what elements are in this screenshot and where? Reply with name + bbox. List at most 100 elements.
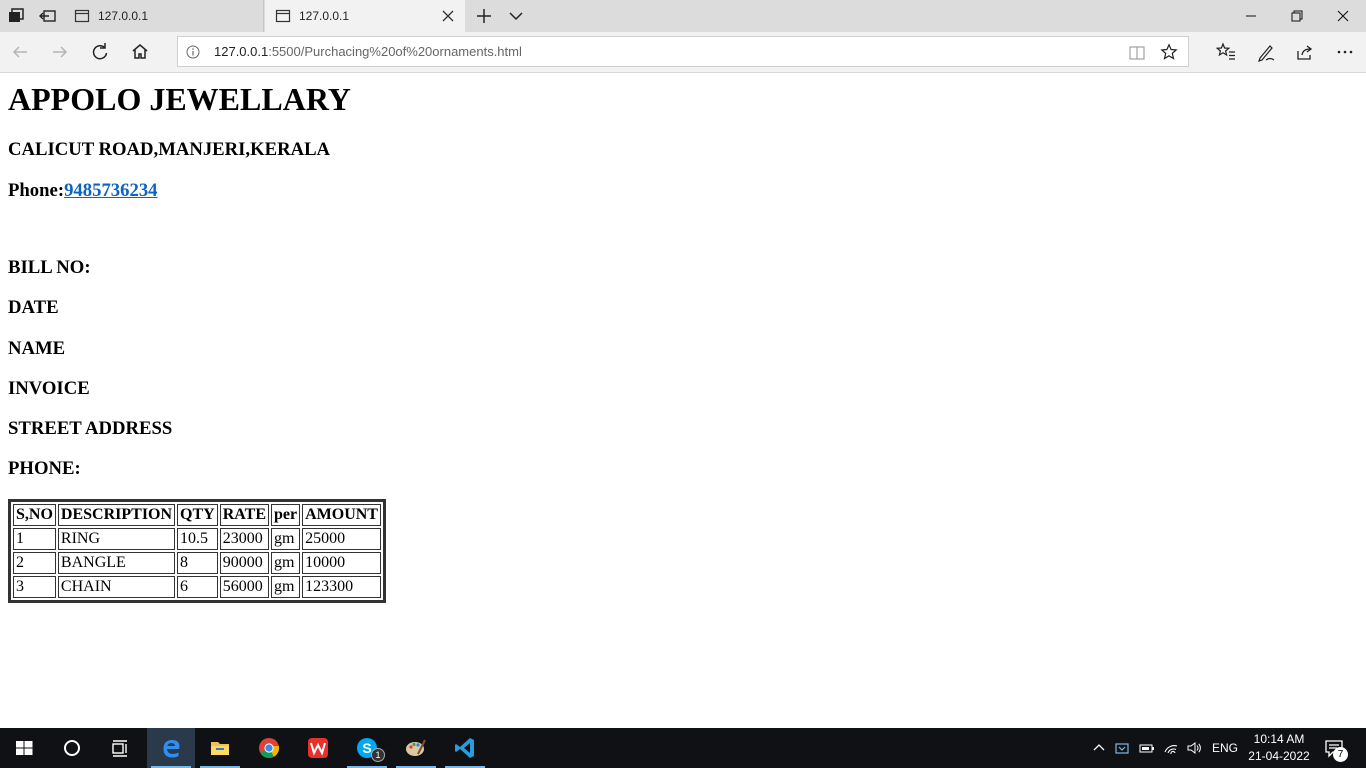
restore-button[interactable] <box>1274 0 1320 32</box>
notification-count-badge: 7 <box>1333 747 1348 762</box>
table-cell: 56000 <box>219 576 269 598</box>
phone-label: Phone: <box>8 180 65 201</box>
tab-title: 127.0.0.1 <box>299 9 350 23</box>
clock-date: 21-04-2022 <box>1248 749 1310 763</box>
language-indicator[interactable]: ENG <box>1212 741 1238 755</box>
taskbar-skype[interactable]: S 1 <box>343 728 391 768</box>
table-row: 2 BANGLE 8 90000 gm 10000 <box>13 552 381 574</box>
info-icon[interactable] <box>186 45 200 59</box>
volume-icon[interactable] <box>1186 740 1202 756</box>
table-cell: 2 <box>13 552 56 574</box>
close-window-button[interactable] <box>1320 0 1366 32</box>
search-button[interactable] <box>48 728 96 768</box>
close-tab-icon[interactable] <box>441 9 455 23</box>
table-header-row: S,NO DESCRIPTION QTY RATE per AMOUNT <box>13 504 381 526</box>
favorite-star-icon[interactable] <box>1160 43 1178 61</box>
page-icon <box>275 9 291 23</box>
web-note-pen-icon[interactable] <box>1254 40 1278 64</box>
shop-name-heading: APPOLO JEWELLARY <box>8 81 351 117</box>
home-icon[interactable] <box>128 40 152 64</box>
web-page: APPOLO JEWELLARY CALICUT ROAD,MANJERI,KE… <box>0 73 1366 728</box>
task-view-button[interactable] <box>96 728 144 768</box>
reading-view-icon[interactable] <box>1128 44 1146 62</box>
minimize-icon <box>1246 15 1256 17</box>
set-aside-tabs-icon[interactable] <box>36 4 60 28</box>
name-label: NAME <box>8 338 66 359</box>
chevron-up-icon[interactable] <box>1091 740 1107 756</box>
folder-icon <box>211 742 229 755</box>
tab-title: 127.0.0.1 <box>98 9 149 23</box>
favorites-hub-icon[interactable] <box>1214 40 1238 64</box>
column-header: per <box>270 504 301 526</box>
table-row: 3 CHAIN 6 56000 gm 123300 <box>13 576 381 598</box>
taskbar-chrome[interactable] <box>245 728 293 768</box>
taskbar-edge[interactable] <box>147 728 195 768</box>
tab-active[interactable]: 127.0.0.1 <box>265 0 465 32</box>
back-icon[interactable] <box>8 40 32 64</box>
taskbar-wps-office[interactable] <box>294 728 342 768</box>
chevron-down-icon[interactable] <box>506 6 526 26</box>
browser-tab-bar: 127.0.0.1 127.0.0.1 <box>0 0 1366 32</box>
refresh-icon[interactable] <box>88 40 112 64</box>
wifi-icon[interactable] <box>1163 740 1179 756</box>
cortana-circle-icon <box>64 740 80 756</box>
table-cell: 8 <box>177 552 218 574</box>
url-path: :5500/Purchacing%20of%20ornaments.html <box>268 44 522 59</box>
restore-icon <box>1291 10 1303 22</box>
bill-table: S,NO DESCRIPTION QTY RATE per AMOUNT 1 R… <box>8 499 386 603</box>
phone-link[interactable]: 9485736234 <box>64 180 157 201</box>
column-header: AMOUNT <box>302 504 381 526</box>
table-cell: 123300 <box>302 576 381 598</box>
task-view-icon <box>112 740 127 757</box>
tab-inactive[interactable]: 127.0.0.1 <box>64 0 264 32</box>
new-tab-icon[interactable] <box>474 6 494 26</box>
start-button[interactable] <box>0 728 48 768</box>
skype-badge: 1 <box>371 748 385 762</box>
column-header: QTY <box>177 504 218 526</box>
table-cell: 10.5 <box>177 528 218 550</box>
table-cell: 3 <box>13 576 56 598</box>
table-cell: BANGLE <box>57 552 176 574</box>
address-bar[interactable]: 127.0.0.1:5500/Purchacing%20of%20ornamen… <box>177 36 1189 67</box>
table-cell: gm <box>270 552 301 574</box>
taskbar-paint[interactable] <box>392 728 440 768</box>
taskbar-file-explorer[interactable] <box>196 728 244 768</box>
close-icon <box>1337 10 1349 22</box>
date-label: DATE <box>8 297 59 318</box>
column-header: S,NO <box>13 504 56 526</box>
forward-icon[interactable] <box>48 40 72 64</box>
more-options-icon[interactable] <box>1333 40 1357 64</box>
table-cell: gm <box>270 528 301 550</box>
edge-browser-icon <box>163 740 180 758</box>
url-host: 127.0.0.1 <box>214 44 269 59</box>
minimize-button[interactable] <box>1228 0 1274 32</box>
tab-actions-icon[interactable] <box>4 4 28 28</box>
browser-toolbar: 127.0.0.1:5500/Purchacing%20of%20ornamen… <box>0 32 1366 73</box>
phone-line: Phone:9485736234 <box>8 180 158 202</box>
onedrive-book-icon[interactable] <box>1114 740 1130 756</box>
clock-time: 10:14 AM <box>1253 732 1305 746</box>
table-cell: 6 <box>177 576 218 598</box>
battery-icon[interactable] <box>1139 740 1155 756</box>
phone-field-label: PHONE: <box>8 458 81 479</box>
street-address-label: STREET ADDRESS <box>8 418 173 439</box>
table-cell: CHAIN <box>57 576 176 598</box>
share-icon[interactable] <box>1293 40 1317 64</box>
taskbar-vscode[interactable] <box>441 728 489 768</box>
table-row: 1 RING 10.5 23000 gm 25000 <box>13 528 381 550</box>
windows-taskbar: S 1 ENG 10:14 AM 21-04-2022 7 <box>0 728 1366 768</box>
page-icon <box>74 9 90 23</box>
invoice-label: INVOICE <box>8 378 90 399</box>
paint-palette-icon <box>406 739 426 756</box>
windows-logo-icon <box>16 741 33 755</box>
wps-office-icon <box>308 738 328 758</box>
table-cell: gm <box>270 576 301 598</box>
chrome-icon <box>259 738 280 758</box>
table-cell: 23000 <box>219 528 269 550</box>
table-cell: 1 <box>13 528 56 550</box>
shop-address: CALICUT ROAD,MANJERI,KERALA <box>8 139 331 160</box>
url-text[interactable]: 127.0.0.1:5500/Purchacing%20of%20ornamen… <box>214 44 522 59</box>
vscode-icon <box>455 738 474 758</box>
column-header: RATE <box>219 504 269 526</box>
clock[interactable]: 10:14 AM 21-04-2022 <box>1244 731 1314 765</box>
